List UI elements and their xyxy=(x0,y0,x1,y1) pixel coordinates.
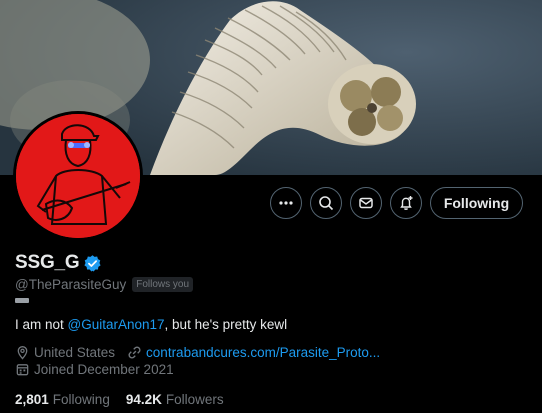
user-handle: @TheParasiteGuy xyxy=(15,277,127,292)
website: contrabandcures.com/Parasite_Proto... xyxy=(127,345,380,360)
search-button[interactable] xyxy=(310,187,342,219)
avatar[interactable] xyxy=(13,111,143,241)
verified-badge-icon[interactable] xyxy=(83,254,102,273)
bio-text-end: , but he's pretty kewl xyxy=(164,317,288,332)
following-count: 2,801 xyxy=(15,392,49,407)
bio-text: I am not xyxy=(15,317,68,332)
bio-mention-link[interactable]: @GuitarAnon17 xyxy=(68,317,165,332)
handle-row: @TheParasiteGuy Follows you xyxy=(15,277,194,292)
location-text: United States xyxy=(34,345,116,360)
website-link[interactable]: contrabandcures.com/Parasite_Proto... xyxy=(146,345,380,360)
bell-plus-icon xyxy=(400,196,413,210)
more-icon xyxy=(279,201,293,205)
message-button[interactable] xyxy=(350,187,382,219)
follow-stats: 2,801 Following 94.2K Followers xyxy=(15,392,240,407)
followers-stat[interactable]: 94.2K Followers xyxy=(126,392,224,407)
location: United States xyxy=(15,345,115,360)
followers-label: Followers xyxy=(165,392,224,407)
joined-text: Joined December 2021 xyxy=(34,362,174,377)
link-icon xyxy=(128,346,141,359)
following-button[interactable]: Following xyxy=(430,187,523,219)
following-label: Following xyxy=(52,392,110,407)
label-chip xyxy=(15,298,29,303)
joined: Joined December 2021 xyxy=(15,362,174,377)
followers-count: 94.2K xyxy=(125,392,162,407)
more-button[interactable] xyxy=(270,187,302,219)
avatar-image xyxy=(16,114,140,238)
location-pin-icon xyxy=(17,346,28,360)
profile-meta: United States contrabandcures.com/Parasi… xyxy=(15,345,380,360)
bio: I am not @GuitarAnon17, but he's pretty … xyxy=(15,317,287,332)
follows-you-badge: Follows you xyxy=(132,277,194,292)
name-row: SSG_G xyxy=(15,252,102,274)
join-date: Joined December 2021 xyxy=(15,362,174,377)
search-icon xyxy=(319,196,334,211)
calendar-icon xyxy=(16,364,29,376)
following-stat[interactable]: 2,801 Following xyxy=(15,392,110,407)
display-name: SSG_G xyxy=(15,252,80,273)
notifications-button[interactable] xyxy=(390,187,422,219)
mail-icon xyxy=(359,197,373,209)
